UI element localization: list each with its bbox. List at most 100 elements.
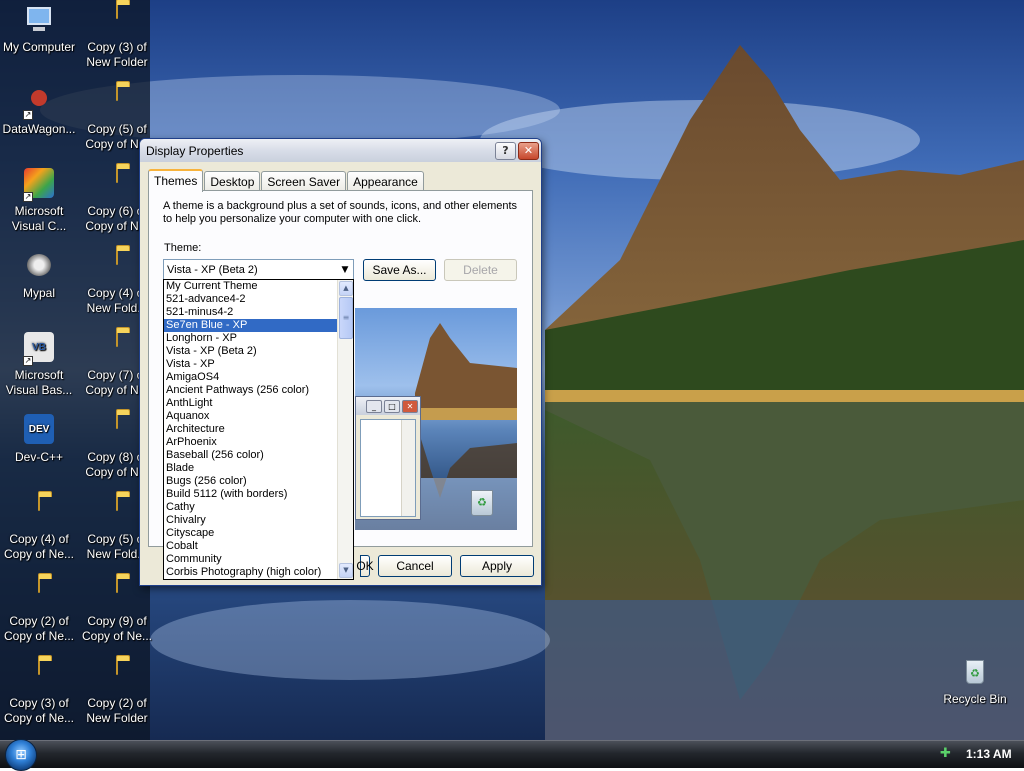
save-as-button[interactable]: Save As... xyxy=(363,259,436,281)
desktop-icon-label: DataWagon... xyxy=(2,122,76,136)
desktop-icon-label: Copy (4) of Copy of Ne... xyxy=(3,532,75,561)
theme-list-item[interactable]: Corbis Photography (high color) xyxy=(164,566,338,579)
desktop-icon-devcpp[interactable]: DEV Dev-C++ xyxy=(0,414,78,465)
theme-list-item[interactable]: Blade xyxy=(164,462,338,475)
desktop-icon-label: Dev-C++ xyxy=(14,450,64,464)
mypal-icon xyxy=(23,250,55,282)
desktop-icon-label: Mypal xyxy=(22,286,55,300)
tab-themes[interactable]: Themes xyxy=(148,169,204,192)
taskbar-clock[interactable]: 1:13 AM xyxy=(966,747,1012,761)
window-titlebar[interactable]: Display Properties ? ✕ xyxy=(140,139,541,162)
tab-appearance[interactable]: Appearance xyxy=(347,171,424,191)
desktop-icon-label: Copy (3) of New Folder xyxy=(86,40,148,69)
recycle-bin-icon: ♻ xyxy=(959,656,991,688)
network-tray-icon[interactable]: ✚ xyxy=(940,746,956,762)
theme-list-items: My Current Theme 521-advance4-2 521-minus4… xyxy=(164,280,338,579)
theme-list-item[interactable]: Cityscape xyxy=(164,527,338,540)
help-button[interactable]: ? xyxy=(495,141,516,160)
desktop-icon-visual-basic[interactable]: VB ↗ Microsoft Visual Bas... xyxy=(0,332,78,398)
folder-icon xyxy=(23,659,55,692)
folder-icon xyxy=(23,495,55,528)
desktop-icon-my-computer[interactable]: My Computer xyxy=(0,4,78,55)
minimize-icon: _ xyxy=(366,399,382,413)
theme-list-item[interactable]: Se7en Blue - XP xyxy=(164,319,338,332)
theme-list-item[interactable]: 521-minus4-2 xyxy=(164,306,338,319)
tab-screen-saver[interactable]: Screen Saver xyxy=(261,171,347,191)
desktop-icon-folder[interactable]: Copy (3) of New Folder xyxy=(78,3,156,70)
shortcut-arrow-icon: ↗ xyxy=(23,356,33,366)
visual-c-icon: ↗ xyxy=(23,168,55,202)
desktop-icon-label: Microsoft Visual Bas... xyxy=(5,368,73,397)
desktop-icon-label: Recycle Bin xyxy=(943,692,1007,706)
desktop-icon-label: Copy (9) of Copy of Ne... xyxy=(81,614,153,643)
theme-list-item[interactable]: Architecture xyxy=(164,423,338,436)
desktop-icon-label: Copy (2) of Copy of Ne... xyxy=(3,614,75,643)
theme-list-item[interactable]: Vista - XP (Beta 2) xyxy=(164,345,338,358)
maximize-icon: □ xyxy=(384,399,400,413)
window-title: Display Properties xyxy=(146,143,244,158)
desktop-icon-visual-c[interactable]: ↗ Microsoft Visual C... xyxy=(0,168,78,234)
desktop-icon-folder[interactable]: Copy (9) of Copy of Ne... xyxy=(78,577,156,644)
ok-button[interactable]: OK xyxy=(356,555,374,577)
theme-list-item[interactable]: Cobalt xyxy=(164,540,338,553)
chevron-down-icon[interactable]: ▼ xyxy=(337,265,353,275)
dropdown-scrollbar[interactable]: ▲ ≡ ▼ xyxy=(337,280,353,579)
desktop-icon-recycle-bin[interactable]: ♻ Recycle Bin xyxy=(936,656,1014,707)
folder-icon xyxy=(101,3,133,36)
theme-dropdown-list[interactable]: My Current Theme 521-advance4-2 521-minus4… xyxy=(163,279,354,580)
close-button[interactable]: ✕ xyxy=(518,141,539,160)
desktop-icon-label: Copy (3) of Copy of Ne... xyxy=(3,696,75,725)
cancel-button[interactable]: Cancel xyxy=(378,555,452,577)
windows-logo-icon: ⊞ xyxy=(15,747,27,763)
folder-icon xyxy=(101,167,133,200)
visual-basic-icon: VB ↗ xyxy=(23,332,55,366)
folder-icon xyxy=(101,577,133,610)
shortcut-arrow-icon: ↗ xyxy=(23,110,33,120)
desktop-icon-label: Microsoft Visual C... xyxy=(11,204,67,233)
theme-list-item[interactable]: Longhorn - XP xyxy=(164,332,338,345)
theme-list-item[interactable]: Build 5112 (with borders) xyxy=(164,488,338,501)
tab-desktop[interactable]: Desktop xyxy=(204,171,261,191)
theme-list-item[interactable]: 521-advance4-2 xyxy=(164,293,338,306)
preview-recycle-bin-icon: ♻ xyxy=(471,490,493,516)
devcpp-icon: DEV xyxy=(23,414,55,446)
theme-list-item[interactable]: AmigaOS4 xyxy=(164,371,338,384)
scroll-up-icon[interactable]: ▲ xyxy=(339,281,353,296)
start-button[interactable]: ⊞ xyxy=(5,739,37,771)
theme-list-item[interactable]: Ancient Pathways (256 color) xyxy=(164,384,338,397)
shortcut-arrow-icon: ↗ xyxy=(23,192,33,202)
folder-icon xyxy=(101,413,133,446)
datawagon-icon: ↗ xyxy=(23,86,55,120)
theme-list-item[interactable]: Community xyxy=(164,553,338,566)
theme-list-item[interactable]: Cathy xyxy=(164,501,338,514)
scrollbar-thumb[interactable]: ≡ xyxy=(339,297,353,339)
theme-select[interactable]: Vista - XP (Beta 2) ▼ xyxy=(163,259,354,280)
preview-sample-window: _ □ ✕ xyxy=(355,396,421,520)
close-icon: ✕ xyxy=(402,399,418,413)
folder-icon xyxy=(101,495,133,528)
desktop-icon-folder[interactable]: Copy (2) of Copy of Ne... xyxy=(0,577,78,644)
desktop-icon-folder[interactable]: Copy (3) of Copy of Ne... xyxy=(0,659,78,726)
desktop-icon-mypal[interactable]: Mypal xyxy=(0,250,78,301)
theme-label: Theme: xyxy=(164,242,202,254)
theme-list-item[interactable]: Vista - XP xyxy=(164,358,338,371)
theme-list-item[interactable]: AnthLight xyxy=(164,397,338,410)
theme-list-item[interactable]: ArPhoenix xyxy=(164,436,338,449)
theme-list-item[interactable]: Aquanox xyxy=(164,410,338,423)
theme-select-value: Vista - XP (Beta 2) xyxy=(167,263,258,276)
desktop-icon-label: Copy (2) of New Folder xyxy=(86,696,148,725)
theme-list-item[interactable]: Baseball (256 color) xyxy=(164,449,338,462)
themes-description: A theme is a background plus a set of so… xyxy=(163,200,518,225)
desktop-icon-folder[interactable]: Copy (2) of New Folder xyxy=(78,659,156,726)
folder-icon xyxy=(101,659,133,692)
delete-button[interactable]: Delete xyxy=(444,259,517,281)
theme-list-item[interactable]: Bugs (256 color) xyxy=(164,475,338,488)
apply-button[interactable]: Apply xyxy=(460,555,534,577)
theme-list-item[interactable]: Chivalry xyxy=(164,514,338,527)
scroll-down-icon[interactable]: ▼ xyxy=(339,563,353,578)
desktop-icon-folder[interactable]: Copy (4) of Copy of Ne... xyxy=(0,495,78,562)
desktop-icon-datawagon[interactable]: ↗ DataWagon... xyxy=(0,86,78,137)
folder-icon xyxy=(23,577,55,610)
theme-list-item[interactable]: My Current Theme xyxy=(164,280,338,293)
folder-icon xyxy=(101,85,133,118)
